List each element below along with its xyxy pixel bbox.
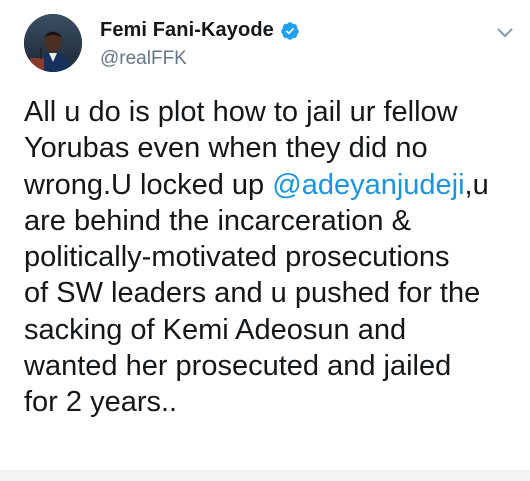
tweet-text-segment: of SW leaders and u pushed for the [24, 277, 481, 310]
tweet-card: Femi Fani-Kayode @realFFK All u do is pl… [0, 0, 530, 481]
author-display-name[interactable]: Femi Fani-Kayode [100, 19, 274, 42]
tweet-text-segment: ,u [464, 168, 489, 201]
tweet-text-segment: Yorubas even when they did no [24, 132, 428, 165]
tweet-text-segment: All u do is plot how to jail ur fellow [24, 96, 458, 128]
tweet-menu-button[interactable] [494, 22, 516, 44]
tweet-text: All u do is plot how to jail ur fellow Y… [24, 94, 520, 421]
tweet-bottom-divider [0, 470, 530, 481]
tweet-text-segment: politically-motivated prosecutions [24, 241, 450, 274]
tweet-text-segment: for 2 years.. [24, 386, 178, 419]
tweet-text-segment: wrong.U locked up [24, 168, 273, 201]
tweet-text-line: of SW leaders and u pushed for the [24, 275, 520, 311]
tweet-text-line: are behind the incarceration & [24, 203, 520, 239]
profile-photo-icon [24, 14, 82, 72]
tweet-text-line: for 2 years.. [24, 384, 520, 420]
author-row: Femi Fani-Kayode [100, 19, 300, 42]
tweet-text-segment: are behind the incarceration & [24, 204, 411, 237]
tweet-text-line: wanted her prosecuted and jailed [24, 348, 520, 384]
tweet-text-line: Yorubas even when they did no [24, 130, 520, 166]
tweet-text-line: wrong.U locked up @adeyanjudeji,u [24, 167, 520, 203]
verified-badge-icon [280, 21, 300, 41]
mention-link[interactable]: @adeyanjudeji [272, 169, 464, 201]
tweet-text-segment: sacking of Kemi Adeosun and [24, 313, 407, 346]
tweet-text-line: sacking of Kemi Adeosun and [24, 312, 520, 348]
chevron-down-icon [497, 28, 513, 37]
tweet-text-line: politically-motivated prosecutions [24, 239, 520, 275]
tweet-text-segment: wanted her prosecuted and jailed [24, 350, 452, 383]
author-handle[interactable]: @realFFK [100, 48, 187, 70]
avatar[interactable] [24, 14, 82, 72]
tweet-text-line: All u do is plot how to jail ur fellow [24, 94, 520, 130]
